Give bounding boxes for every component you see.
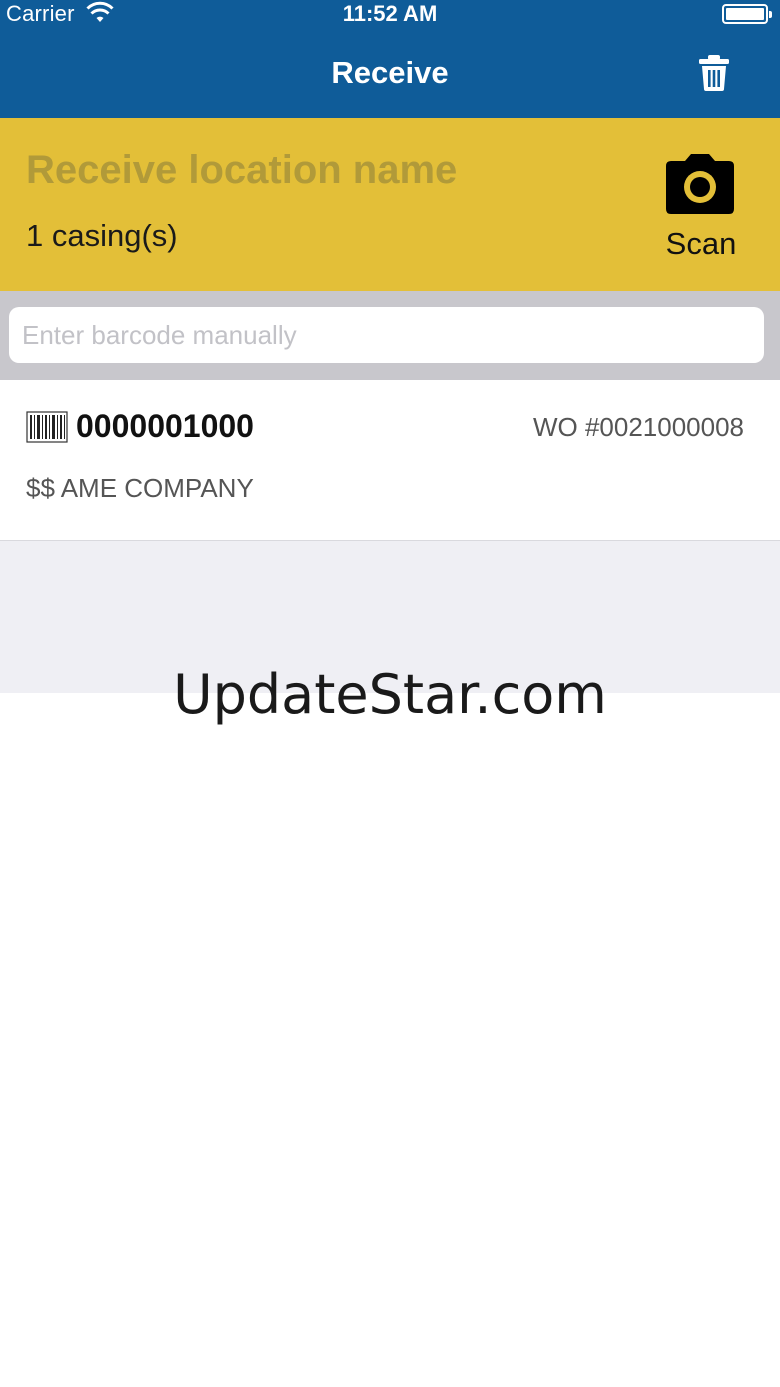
casing-count: 1 casing(s) [26, 218, 178, 253]
camera-icon [666, 154, 734, 214]
status-time: 11:52 AM [342, 1, 438, 26]
barcode-icon [26, 411, 68, 443]
company-name: $$ AME COMPANY [26, 473, 254, 503]
barcode-number: 0000001000 [76, 408, 254, 444]
search-bar [0, 291, 780, 380]
watermark: UpdateStar.com [173, 663, 607, 726]
scan-label: Scan [665, 226, 737, 261]
top-bar: Carrier 11:52 AM Receive [0, 0, 780, 118]
barcode-input[interactable] [9, 307, 764, 363]
page-title: Receive [331, 55, 449, 90]
location-name[interactable]: Receive location name [26, 148, 457, 193]
trash-icon[interactable] [697, 54, 731, 92]
work-order-number: WO #0021000008 [532, 412, 744, 442]
scan-button[interactable]: Scan [656, 150, 746, 265]
battery-icon [722, 4, 772, 24]
list-item[interactable]: 0000001000 WO #0021000008 $$ AME COMPANY [0, 380, 780, 541]
location-header: Receive location name 1 casing(s) Scan [0, 118, 780, 291]
status-bar: Carrier 11:52 AM [0, 0, 780, 30]
